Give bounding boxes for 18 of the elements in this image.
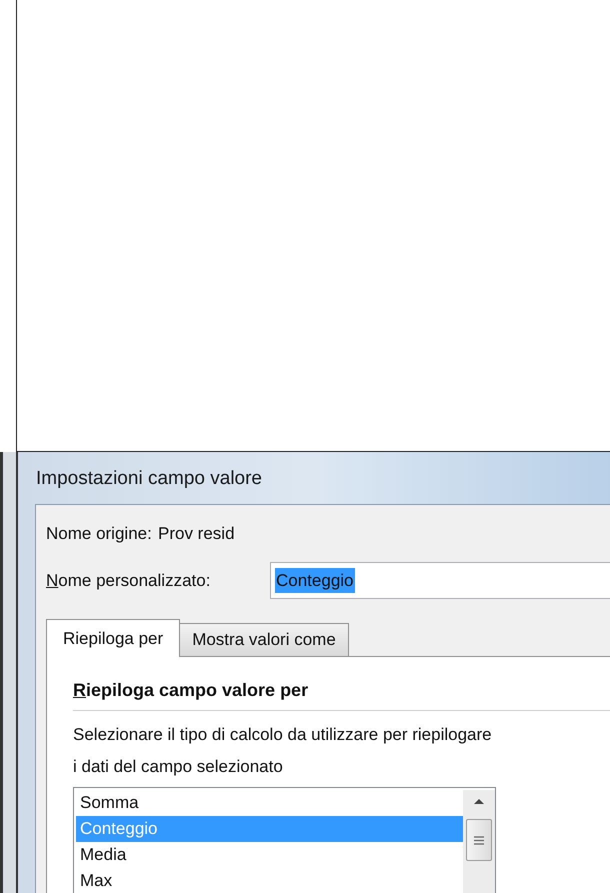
tab[interactable]: Mostra valori come [180, 623, 349, 656]
list-box[interactable]: Somma Conteggio Media Max [73, 787, 496, 893]
description-text: i dati del campo selezionato [73, 756, 284, 778]
description-text: Selezionare il tipo di calcolo da utilizzare per riepilogare [73, 724, 493, 746]
scroll-up-icon[interactable] [473, 798, 485, 805]
field-label: Nome origine: [46, 523, 153, 546]
list-item[interactable]: Somma [76, 790, 463, 816]
list-item[interactable]: Max [76, 868, 463, 893]
tab[interactable]: Riepiloga per [46, 619, 180, 657]
input-field[interactable]: Conteggio [270, 562, 610, 599]
scrollbar[interactable] [463, 790, 495, 893]
field-value: Prov resid [158, 523, 235, 546]
field-label: Nome personalizzato: [46, 570, 212, 592]
window-title: Impostazioni campo valore [36, 466, 262, 491]
section-heading: Riepiloga campo valore per [73, 680, 308, 700]
list-item[interactable]: Media [76, 842, 463, 868]
grip-icon [474, 836, 484, 844]
scrollbar-thumb[interactable] [466, 819, 492, 861]
